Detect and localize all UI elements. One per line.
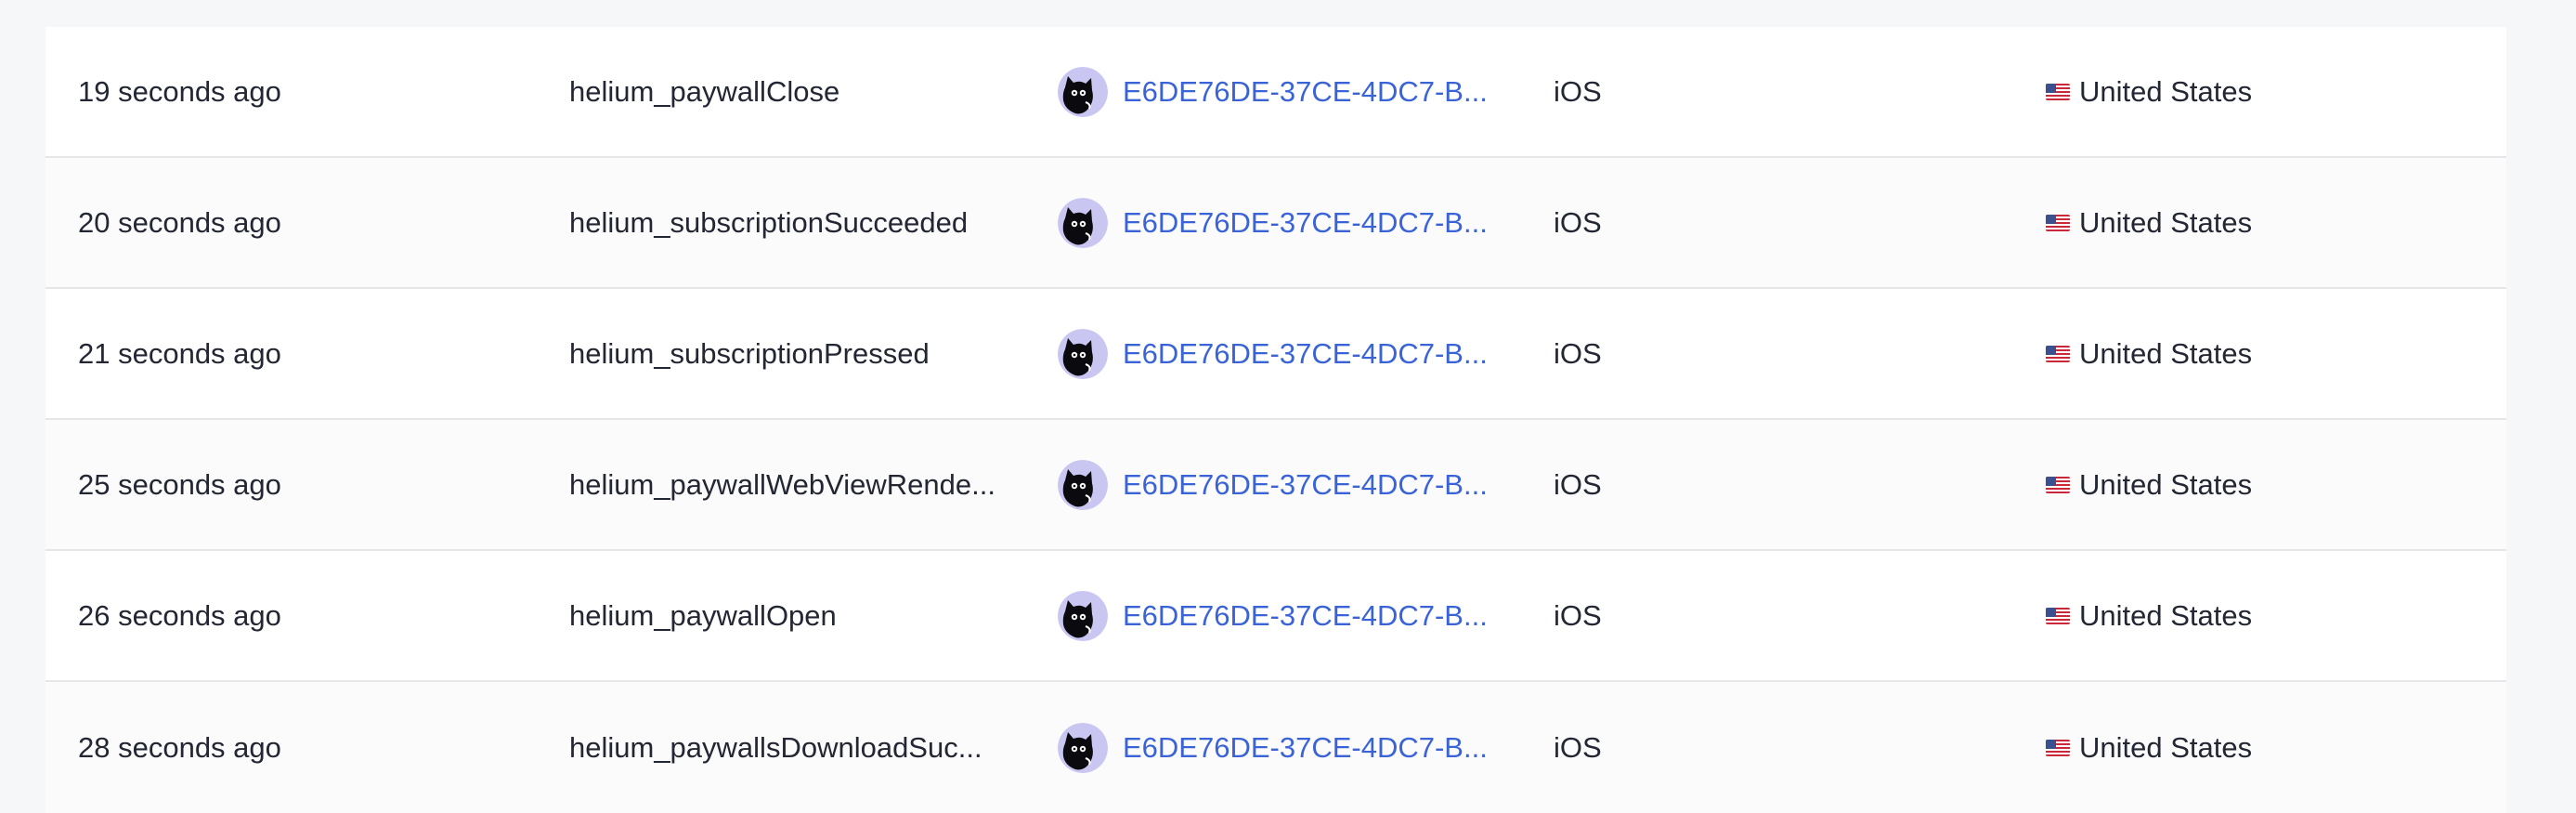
user-id-link[interactable]: E6DE76DE-37CE-4DC7-B... bbox=[1123, 206, 1488, 240]
country-cell: United States bbox=[2046, 682, 2252, 813]
platform: iOS bbox=[1554, 467, 1602, 501]
platform: iOS bbox=[1554, 730, 1602, 764]
user-id-link[interactable]: E6DE76DE-37CE-4DC7-B... bbox=[1123, 337, 1488, 371]
user-avatar-icon bbox=[1058, 722, 1108, 773]
country-name: United States bbox=[2079, 730, 2253, 764]
user-cell: E6DE76DE-37CE-4DC7-B... bbox=[1058, 289, 1488, 418]
user-avatar-icon bbox=[1058, 66, 1108, 117]
us-flag-icon bbox=[2046, 345, 2070, 362]
user-avatar-icon bbox=[1058, 197, 1108, 248]
us-flag-icon bbox=[2046, 214, 2070, 231]
event-time: 28 seconds ago bbox=[78, 730, 281, 764]
us-flag-icon bbox=[2046, 83, 2070, 100]
user-id-link[interactable]: E6DE76DE-37CE-4DC7-B... bbox=[1123, 731, 1488, 765]
us-flag-icon bbox=[2046, 739, 2070, 756]
user-id-link[interactable]: E6DE76DE-37CE-4DC7-B... bbox=[1123, 599, 1488, 633]
event-name: helium_paywallClose bbox=[569, 74, 840, 108]
us-flag-icon bbox=[2046, 607, 2070, 624]
country-cell: United States bbox=[2046, 289, 2252, 418]
table-row[interactable]: 28 seconds ago helium_paywallsDownloadSu… bbox=[46, 682, 2506, 813]
country-cell: United States bbox=[2046, 551, 2252, 680]
country-cell: United States bbox=[2046, 420, 2252, 549]
user-id-link[interactable]: E6DE76DE-37CE-4DC7-B... bbox=[1123, 468, 1488, 502]
country-name: United States bbox=[2079, 598, 2253, 632]
user-avatar-icon bbox=[1058, 590, 1108, 641]
event-name: helium_paywallWebViewRende... bbox=[569, 467, 995, 501]
country-name: United States bbox=[2079, 467, 2253, 501]
platform: iOS bbox=[1554, 74, 1602, 108]
platform: iOS bbox=[1554, 336, 1602, 370]
country-cell: United States bbox=[2046, 158, 2252, 287]
user-cell: E6DE76DE-37CE-4DC7-B... bbox=[1058, 420, 1488, 549]
user-avatar-icon bbox=[1058, 328, 1108, 379]
table-row[interactable]: 26 seconds ago helium_paywallOpen E6DE76… bbox=[46, 551, 2506, 682]
country-name: United States bbox=[2079, 336, 2253, 370]
table-row[interactable]: 19 seconds ago helium_paywallClose E6DE7… bbox=[46, 27, 2506, 158]
event-name: helium_subscriptionPressed bbox=[569, 336, 930, 370]
event-name: helium_subscriptionSucceeded bbox=[569, 205, 969, 239]
country-cell: United States bbox=[2046, 27, 2252, 156]
event-time: 26 seconds ago bbox=[78, 598, 281, 632]
user-cell: E6DE76DE-37CE-4DC7-B... bbox=[1058, 551, 1488, 680]
event-time: 20 seconds ago bbox=[78, 205, 281, 239]
event-name: helium_paywallsDownloadSuc... bbox=[569, 730, 982, 764]
event-time: 19 seconds ago bbox=[78, 74, 281, 108]
event-time: 25 seconds ago bbox=[78, 467, 281, 501]
user-avatar-icon bbox=[1058, 459, 1108, 510]
platform: iOS bbox=[1554, 598, 1602, 632]
event-name: helium_paywallOpen bbox=[569, 598, 837, 632]
user-cell: E6DE76DE-37CE-4DC7-B... bbox=[1058, 158, 1488, 287]
table-row[interactable]: 20 seconds ago helium_subscriptionSuccee… bbox=[46, 158, 2506, 289]
user-cell: E6DE76DE-37CE-4DC7-B... bbox=[1058, 682, 1488, 813]
us-flag-icon bbox=[2046, 476, 2070, 493]
events-table: 19 seconds ago helium_paywallClose E6DE7… bbox=[46, 27, 2506, 813]
user-cell: E6DE76DE-37CE-4DC7-B... bbox=[1058, 27, 1488, 156]
country-name: United States bbox=[2079, 74, 2253, 108]
table-row[interactable]: 25 seconds ago helium_paywallWebViewRend… bbox=[46, 420, 2506, 551]
user-id-link[interactable]: E6DE76DE-37CE-4DC7-B... bbox=[1123, 75, 1488, 109]
country-name: United States bbox=[2079, 205, 2253, 239]
platform: iOS bbox=[1554, 205, 1602, 239]
event-time: 21 seconds ago bbox=[78, 336, 281, 370]
table-row[interactable]: 21 seconds ago helium_subscriptionPresse… bbox=[46, 289, 2506, 420]
